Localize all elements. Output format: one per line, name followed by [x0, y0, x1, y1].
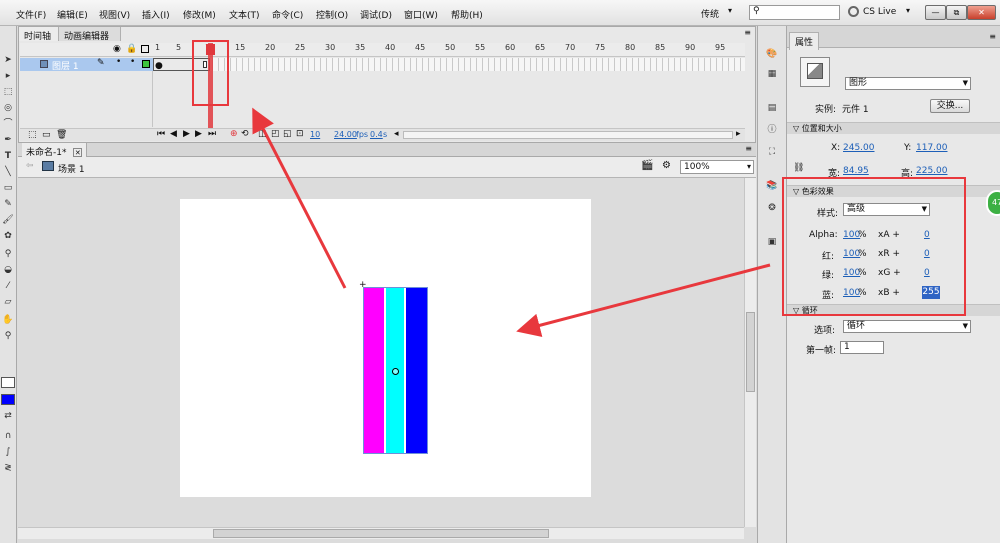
arrow-to-stage [516, 263, 771, 338]
annotation-arrows [252, 107, 771, 338]
arrow-to-frame [252, 107, 347, 289]
